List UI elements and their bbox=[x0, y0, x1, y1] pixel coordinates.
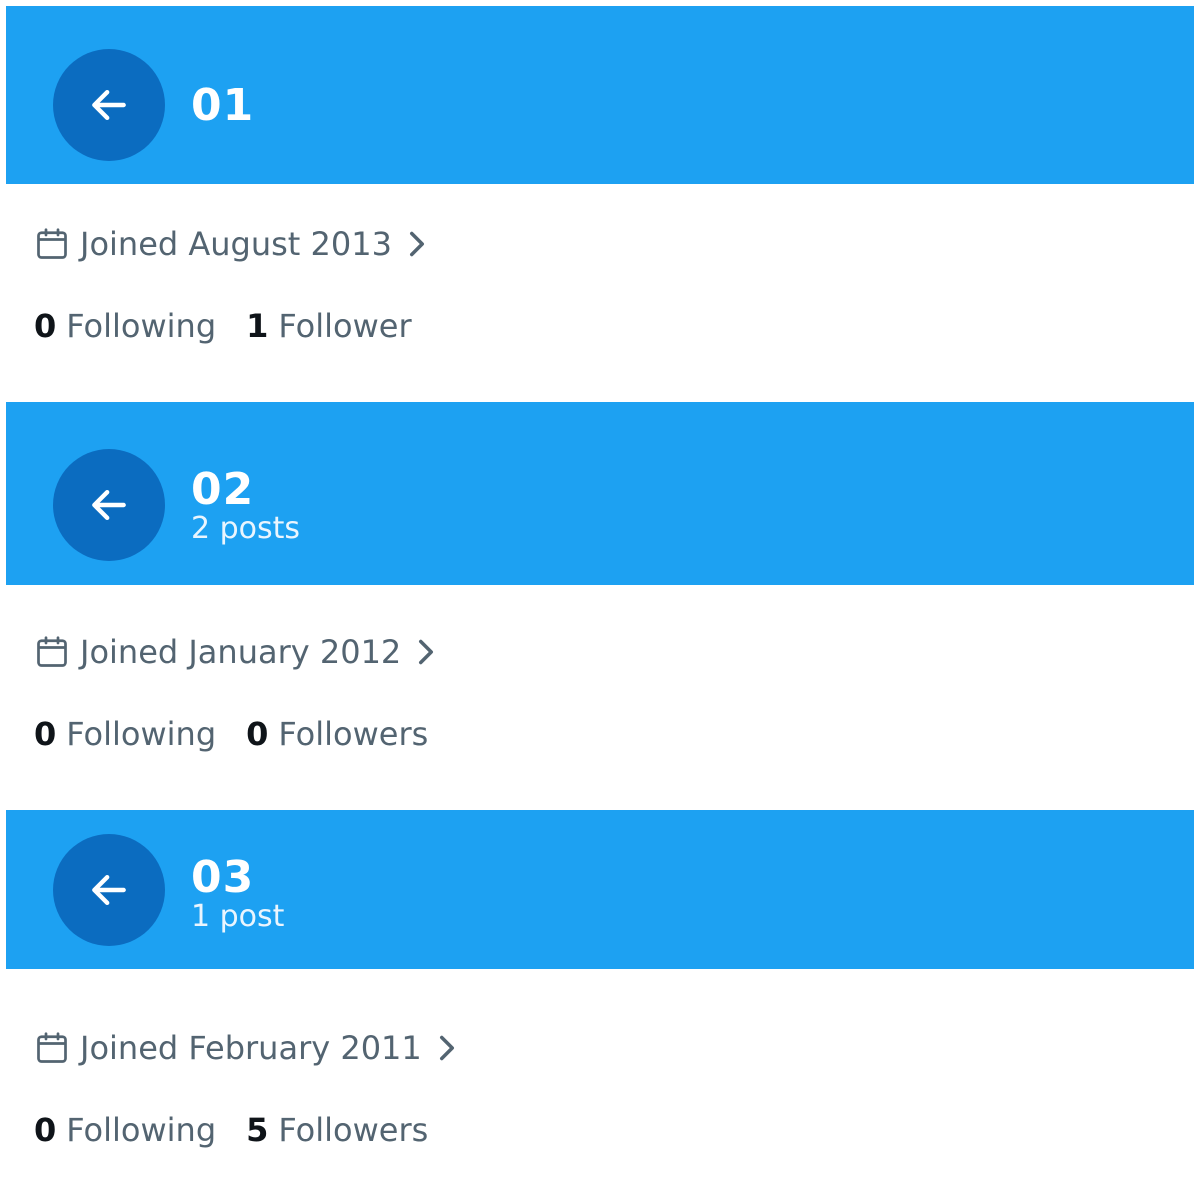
profile-title-block: 02 2 posts bbox=[191, 464, 300, 546]
followers-count: 0 bbox=[246, 715, 269, 753]
followers-label: Followers bbox=[278, 715, 429, 753]
profile-title-block: 03 1 post bbox=[191, 852, 284, 934]
profile-name: 03 bbox=[191, 852, 255, 903]
back-button[interactable] bbox=[53, 449, 165, 561]
following-count: 0 bbox=[34, 1111, 57, 1149]
arrow-left-icon bbox=[92, 89, 126, 121]
joined-text: Joined August 2013 bbox=[80, 225, 392, 263]
following-label: Following bbox=[66, 715, 217, 753]
calendar-icon bbox=[37, 636, 67, 667]
back-button[interactable] bbox=[53, 49, 165, 161]
followers-label: Follower bbox=[278, 307, 412, 345]
following-link[interactable]: 0 Following bbox=[34, 714, 216, 754]
joined-text: Joined January 2012 bbox=[80, 633, 402, 671]
profile-stats: 0 Following 1 Follower bbox=[34, 306, 442, 346]
followers-link[interactable]: 0 Followers bbox=[246, 714, 428, 754]
following-count: 0 bbox=[34, 307, 57, 345]
post-count: 2 posts bbox=[191, 511, 301, 546]
back-button[interactable] bbox=[53, 834, 165, 946]
profile-header-1: 01 bbox=[6, 6, 1194, 184]
calendar-icon bbox=[37, 1032, 67, 1063]
chevron-right-icon bbox=[409, 231, 424, 257]
joined-date-link[interactable]: Joined January 2012 bbox=[34, 632, 437, 672]
profile-name: 01 bbox=[191, 80, 255, 131]
followers-label: Followers bbox=[278, 1111, 429, 1149]
following-link[interactable]: 0 Following bbox=[34, 1110, 216, 1150]
chevron-right-icon bbox=[419, 639, 434, 665]
calendar-icon bbox=[37, 228, 67, 259]
profile-name: 02 bbox=[191, 464, 255, 515]
post-count: 1 post bbox=[191, 899, 285, 934]
following-count: 0 bbox=[34, 715, 57, 753]
joined-date-link[interactable]: Joined February 2011 bbox=[34, 1028, 458, 1068]
profile-stats: 0 Following 5 Followers bbox=[34, 1110, 458, 1150]
joined-date-link[interactable]: Joined August 2013 bbox=[34, 224, 428, 264]
followers-link[interactable]: 5 Followers bbox=[246, 1110, 428, 1150]
profile-stats: 0 Following 0 Followers bbox=[34, 714, 458, 754]
chevron-right-icon bbox=[439, 1035, 454, 1061]
following-label: Following bbox=[66, 307, 217, 345]
profile-header-2: 02 2 posts bbox=[6, 402, 1194, 585]
following-label: Following bbox=[66, 1111, 217, 1149]
profile-title-block: 01 bbox=[191, 80, 254, 132]
following-link[interactable]: 0 Following bbox=[34, 306, 216, 346]
followers-count: 1 bbox=[246, 307, 269, 345]
followers-link[interactable]: 1 Follower bbox=[246, 306, 411, 346]
profile-header-3: 03 1 post bbox=[6, 810, 1194, 969]
arrow-left-icon bbox=[92, 874, 126, 906]
joined-text: Joined February 2011 bbox=[80, 1029, 422, 1067]
followers-count: 5 bbox=[246, 1111, 269, 1149]
arrow-left-icon bbox=[92, 489, 126, 521]
